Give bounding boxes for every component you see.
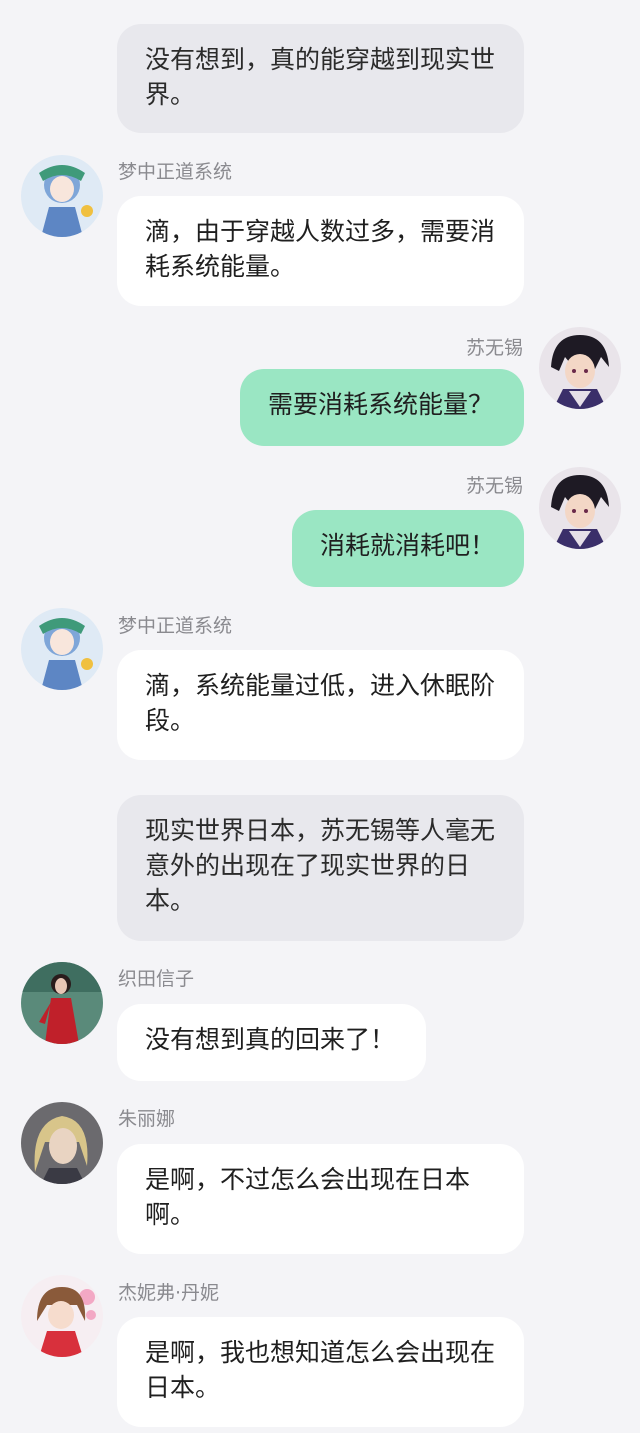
incoming-message-bubble[interactable]: 滴，系统能量过低，进入休眠阶段。 xyxy=(117,650,524,760)
sender-name: 织田信子 xyxy=(118,968,195,990)
sender-name: 朱丽娜 xyxy=(118,1108,176,1130)
sender-name: 梦中正道系统 xyxy=(118,615,233,637)
narration-bubble: 现实世界日本，苏无锡等人毫无意外的出现在了现实世界的日本。 xyxy=(117,795,524,941)
message-text: 是啊，我也想知道怎么会出现在日本。 xyxy=(145,1338,496,1402)
narration-bubble: 没有想到，真的能穿越到现实世界。 xyxy=(117,24,524,133)
woman-red-dress-avatar-icon[interactable] xyxy=(21,962,103,1044)
message-text: 滴，由于穿越人数过多，需要消耗系统能量。 xyxy=(145,217,496,281)
incoming-message-bubble[interactable]: 是啊，不过怎么会出现在日本啊。 xyxy=(117,1144,524,1254)
message-text: 是啊，不过怎么会出现在日本啊。 xyxy=(145,1165,471,1229)
outgoing-message-bubble[interactable]: 消耗就消耗吧！ xyxy=(292,510,524,587)
narration-text: 没有想到，真的能穿越到现实世界。 xyxy=(145,45,496,109)
anime-girl-teal-avatar-icon[interactable] xyxy=(21,155,103,237)
message-text: 消耗就消耗吧！ xyxy=(320,531,496,560)
incoming-message-bubble[interactable]: 是啊，我也想知道怎么会出现在日本。 xyxy=(117,1317,524,1427)
anime-blonde-woman-avatar-icon[interactable] xyxy=(21,1102,103,1184)
anime-boy-dark-hair-avatar-icon[interactable] xyxy=(539,467,621,549)
incoming-message-bubble[interactable]: 滴，由于穿越人数过多，需要消耗系统能量。 xyxy=(117,196,524,306)
sender-name: 苏无锡 xyxy=(465,475,523,497)
narration-text: 现实世界日本，苏无锡等人毫无意外的出现在了现实世界的日本。 xyxy=(145,816,496,915)
message-text: 滴，系统能量过低，进入休眠阶段。 xyxy=(145,671,496,735)
anime-boy-dark-hair-avatar-icon[interactable] xyxy=(539,327,621,409)
sender-name: 杰妮弗·丹妮 xyxy=(118,1282,220,1304)
incoming-message-bubble[interactable]: 没有想到真的回来了！ xyxy=(117,1004,426,1081)
anime-girl-brown-hair-avatar-icon[interactable] xyxy=(21,1275,103,1357)
outgoing-message-bubble[interactable]: 需要消耗系统能量？ xyxy=(240,369,524,446)
message-text: 需要消耗系统能量？ xyxy=(268,390,494,419)
sender-name: 梦中正道系统 xyxy=(118,161,233,183)
message-text: 没有想到真的回来了！ xyxy=(145,1025,396,1054)
anime-girl-teal-avatar-icon[interactable] xyxy=(21,608,103,690)
sender-name: 苏无锡 xyxy=(465,337,523,359)
